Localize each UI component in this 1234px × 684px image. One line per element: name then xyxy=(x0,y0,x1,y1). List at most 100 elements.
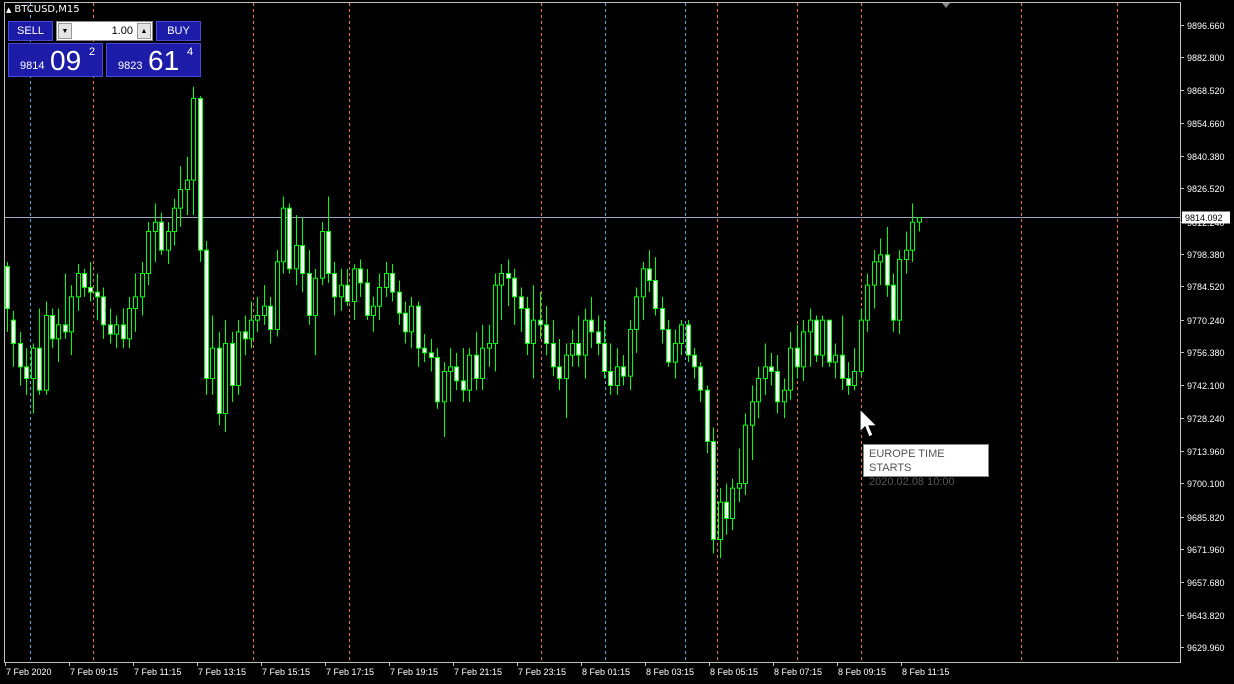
candle xyxy=(814,315,819,363)
candle-body xyxy=(487,343,492,349)
candle-body xyxy=(429,352,434,359)
candle-body xyxy=(56,324,61,340)
lot-decrease-icon[interactable]: ▼ xyxy=(58,23,72,39)
candle-body xyxy=(281,207,286,263)
candle-body xyxy=(294,245,299,270)
candle-body xyxy=(564,354,569,379)
candle-body xyxy=(320,231,325,279)
candle-body xyxy=(435,357,440,403)
candle-body xyxy=(249,319,254,340)
candle-body xyxy=(647,268,652,282)
candle-body xyxy=(300,245,305,274)
x-tick-label: 8 Feb 09:15 xyxy=(838,667,886,677)
current-price-label: 9814.092 xyxy=(1185,213,1223,223)
y-tick-label: 9798.380 xyxy=(1187,250,1225,260)
y-tick-label: 9629.960 xyxy=(1187,643,1225,653)
candle-body xyxy=(409,305,414,333)
candle-body xyxy=(878,254,883,263)
sell-price-box[interactable]: 9814 09 2 xyxy=(8,43,103,77)
sell-price-prefix: 9814 xyxy=(20,60,45,72)
y-tick-label: 9770.240 xyxy=(1187,316,1225,326)
collapse-arrow-icon[interactable]: ▲ xyxy=(6,6,11,14)
sell-price-big: 09 xyxy=(50,45,82,76)
candle-body xyxy=(583,319,588,356)
candle xyxy=(204,240,209,395)
candle-body xyxy=(679,324,684,345)
x-tick-label: 7 Feb 21:15 xyxy=(454,667,502,677)
candle xyxy=(435,348,440,409)
candle xyxy=(198,96,203,262)
candle-body xyxy=(698,366,703,391)
y-tick-label: 9657.680 xyxy=(1187,578,1225,588)
candle-body xyxy=(397,291,402,314)
candle-body xyxy=(114,324,119,335)
buy-price-sup: 4 xyxy=(187,46,194,58)
y-tick-label: 9713.960 xyxy=(1187,447,1225,457)
y-tick-label: 9840.380 xyxy=(1187,152,1225,162)
lot-size-input[interactable] xyxy=(74,23,135,39)
candle-body xyxy=(243,331,248,340)
candle-body xyxy=(493,284,498,344)
candle-body xyxy=(820,319,825,356)
x-tick-label: 8 Feb 05:15 xyxy=(710,667,758,677)
candle-body xyxy=(24,366,29,380)
candle-body xyxy=(852,371,857,386)
x-tick-label: 7 Feb 15:15 xyxy=(262,667,310,677)
buy-price-big: 61 xyxy=(148,45,180,76)
candle-body xyxy=(917,217,922,223)
buy-button[interactable]: BUY xyxy=(156,21,201,41)
candle-body xyxy=(69,296,74,333)
candle-body xyxy=(711,441,716,540)
candle-body xyxy=(756,378,761,403)
candle-body xyxy=(538,319,543,326)
x-tick-label: 8 Feb 11:15 xyxy=(902,667,949,677)
candle-body xyxy=(833,354,838,363)
sell-button[interactable]: SELL xyxy=(8,21,53,41)
candle-body xyxy=(140,273,145,298)
y-tick-label: 9896.660 xyxy=(1187,21,1225,31)
candle xyxy=(275,250,280,337)
y-tick-label: 9685.820 xyxy=(1187,513,1225,523)
candle-body xyxy=(313,277,318,316)
lot-size-stepper: ▼ ▲ xyxy=(56,21,153,41)
candle-body xyxy=(570,343,575,356)
candle-body xyxy=(377,287,382,307)
y-tick-label: 9756.380 xyxy=(1187,348,1225,358)
candle xyxy=(320,222,325,286)
candle-body xyxy=(686,324,691,356)
candle-body xyxy=(50,315,55,340)
candle-body xyxy=(416,305,421,349)
candlestick-chart[interactable]: 9896.660 9882.800 9868.520 9854.660 9840.380… xyxy=(0,0,1234,684)
candle-body xyxy=(108,324,113,335)
candle-body xyxy=(480,347,485,379)
y-tick-label: 9784.520 xyxy=(1187,282,1225,292)
candle-body xyxy=(352,268,357,303)
lot-increase-icon[interactable]: ▲ xyxy=(137,23,151,39)
candle-body xyxy=(743,424,748,484)
buy-price-box[interactable]: 9823 61 4 xyxy=(106,43,201,77)
tooltip-title: EUROPE TIME STARTS xyxy=(869,448,945,474)
candle-body xyxy=(345,284,350,302)
candle-body xyxy=(153,221,158,233)
candle-body xyxy=(146,231,151,274)
x-tick-label: 7 Feb 19:15 xyxy=(390,667,438,677)
candle-body xyxy=(339,284,344,298)
candle-body xyxy=(750,401,755,426)
y-tick-label: 9700.100 xyxy=(1187,479,1225,489)
candle-body xyxy=(769,366,774,373)
candle-body xyxy=(718,501,723,540)
candle-body xyxy=(76,273,81,298)
candle-body xyxy=(133,296,138,310)
candle-body xyxy=(82,273,87,288)
candle-body xyxy=(865,284,870,321)
y-tick-label: 9671.960 xyxy=(1187,545,1225,555)
candle-body xyxy=(262,305,267,316)
candle-body xyxy=(403,312,408,333)
candle-body xyxy=(576,343,581,356)
candle xyxy=(827,319,832,367)
candle-body xyxy=(608,371,613,386)
x-tick-label: 8 Feb 07:15 xyxy=(774,667,822,677)
candle-body xyxy=(615,366,620,387)
y-tick-label: 9882.800 xyxy=(1187,53,1225,63)
candle-body xyxy=(63,324,68,333)
